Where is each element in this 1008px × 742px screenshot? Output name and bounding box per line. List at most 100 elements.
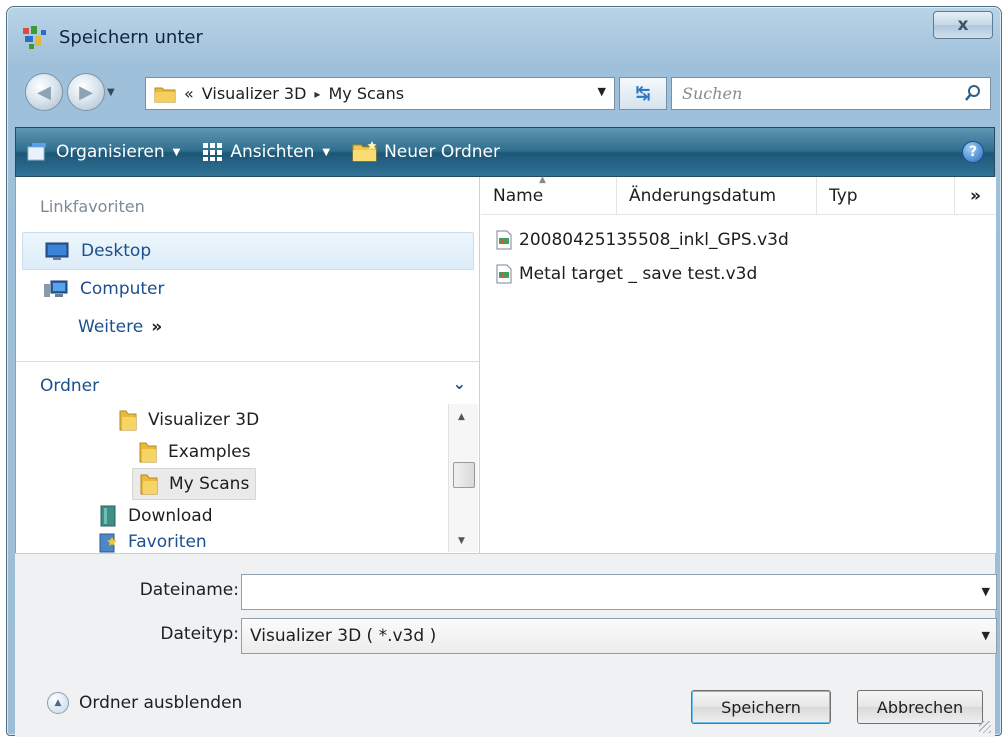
organize-icon <box>27 143 46 161</box>
collapse-chevron-icon[interactable]: ⌄ <box>453 374 466 393</box>
folder-icon <box>140 474 158 495</box>
search-icon[interactable] <box>964 84 982 102</box>
tree-item-my-scans[interactable]: My Scans <box>132 468 257 500</box>
recent-pages-dropdown[interactable]: ▼ <box>107 87 115 98</box>
folder-icon <box>119 410 137 431</box>
save-form: Dateiname: ▼ Dateityp: Visualizer 3D ( *… <box>15 553 997 737</box>
hide-folders-label: Ordner ausblenden <box>79 693 243 713</box>
search-input[interactable]: Suchen <box>671 77 991 110</box>
filetype-select[interactable]: Visualizer 3D ( *.v3d ) ▼ <box>241 618 997 654</box>
column-header-date[interactable]: Änderungsdatum <box>617 176 817 215</box>
tree-item-examples[interactable]: Examples <box>132 436 257 468</box>
filename-combobox[interactable]: ▼ <box>241 574 997 610</box>
navigation-pane: Linkfavoriten Desktop Computer Weitere »… <box>16 177 480 553</box>
resize-grip[interactable] <box>979 721 991 733</box>
help-icon[interactable]: ? <box>962 141 984 163</box>
more-columns-button[interactable]: » <box>955 177 996 215</box>
breadcrumb-item-my-scans[interactable]: My Scans <box>328 84 404 103</box>
tree-item-label: My Scans <box>169 474 250 494</box>
tree-item-label: Visualizer 3D <box>148 410 260 430</box>
breadcrumb-item-visualizer-3d[interactable]: Visualizer 3D <box>202 84 307 103</box>
double-chevron-icon: » <box>151 317 163 337</box>
favorite-computer[interactable]: Computer <box>22 270 474 308</box>
scroll-down-icon[interactable]: ▼ <box>458 536 465 546</box>
organize-label: Organisieren <box>56 142 165 162</box>
new-folder-button[interactable]: Neuer Ordner <box>352 141 500 163</box>
folder-icon <box>139 442 157 463</box>
favorites-header: Linkfavoriten <box>40 197 145 216</box>
navigation-bar: ◀ ▶ ▼ « Visualizer 3D ▸ My Scans ▼ ↹ Suc… <box>7 69 1001 117</box>
sort-ascending-icon: ▲ <box>539 174 546 185</box>
scroll-up-icon[interactable]: ▲ <box>458 412 465 422</box>
column-header-name[interactable]: ▲ Name <box>481 174 617 215</box>
tree-item-label: Favoriten <box>128 532 207 552</box>
favorites-folder-icon <box>99 533 117 553</box>
more-favorites-label: Weitere <box>78 317 144 337</box>
save-as-dialog: Speichern unter x ◀ ▶ ▼ « Visualizer 3D … <box>6 6 1002 737</box>
views-icon <box>203 143 223 161</box>
save-button[interactable]: Speichern <box>691 690 831 724</box>
folders-header[interactable]: Ordner <box>40 376 99 396</box>
column-headers: ▲ Name Änderungsdatum Typ » <box>481 174 996 215</box>
address-bar[interactable]: « Visualizer 3D ▸ My Scans ▼ <box>145 77 615 110</box>
folders-tree: Ordner ⌄ Visualizer 3D Examples My Scans… <box>16 361 480 553</box>
file-row[interactable]: 20080425135508_inkl_GPS.v3d <box>495 225 789 255</box>
column-header-label: Typ <box>829 185 858 206</box>
file-list-pane: ▲ Name Änderungsdatum Typ » 200804251355… <box>481 174 996 553</box>
back-arrow-icon: ◀ <box>37 81 51 103</box>
more-favorites-link[interactable]: Weitere » <box>22 308 474 346</box>
column-header-label: Änderungsdatum <box>629 185 777 206</box>
favorite-desktop-label: Desktop <box>81 241 152 261</box>
views-label: Ansichten <box>230 142 315 162</box>
new-folder-label: Neuer Ordner <box>384 142 500 162</box>
close-button[interactable]: x <box>933 11 993 39</box>
cancel-button[interactable]: Abbrechen <box>857 690 983 724</box>
chevron-down-icon[interactable]: ▼ <box>982 585 990 598</box>
new-folder-icon <box>352 141 377 162</box>
breadcrumb-prefix[interactable]: « <box>184 84 194 103</box>
tree-item-label: Examples <box>168 442 251 462</box>
column-header-label: Name <box>493 185 544 206</box>
folder-icon <box>154 87 176 102</box>
desktop-icon <box>45 242 69 260</box>
tree-item-favoriten[interactable]: Favoriten <box>92 530 213 554</box>
organize-menu-button[interactable]: Organisieren ▼ <box>26 141 180 163</box>
refresh-button[interactable]: ↹ <box>619 77 667 110</box>
collapse-up-icon: ▲ <box>47 692 69 714</box>
file-row[interactable]: Metal target _ save test.v3d <box>495 259 757 289</box>
filename-label: Dateiname: <box>139 580 239 600</box>
tree-item-download[interactable]: Download <box>92 500 219 532</box>
breadcrumb-separator[interactable]: ▸ <box>314 87 320 101</box>
scrollbar-thumb[interactable] <box>453 462 475 488</box>
tree-item-label: Download <box>128 506 213 526</box>
browser-pane: Linkfavoriten Desktop Computer Weitere »… <box>15 174 996 553</box>
favorite-desktop[interactable]: Desktop <box>22 232 474 270</box>
command-toolbar: Organisieren ▼ Ansichten ▼ Neuer Ordner … <box>15 127 995 177</box>
forward-button[interactable]: ▶ <box>67 73 105 111</box>
filetype-value: Visualizer 3D ( *.v3d ) <box>250 626 437 646</box>
file-name: 20080425135508_inkl_GPS.v3d <box>519 230 789 250</box>
search-placeholder: Suchen <box>682 84 743 103</box>
address-dropdown-icon[interactable]: ▼ <box>598 85 606 98</box>
computer-icon <box>44 280 68 297</box>
window-title: Speichern unter <box>59 27 203 48</box>
forward-arrow-icon: ▶ <box>79 81 93 103</box>
chevron-down-icon: ▼ <box>172 146 181 158</box>
v3d-file-icon <box>496 264 512 284</box>
back-button[interactable]: ◀ <box>25 73 63 111</box>
tree-item-visualizer-3d[interactable]: Visualizer 3D <box>112 404 265 436</box>
chevron-down-icon[interactable]: ▼ <box>982 629 990 642</box>
hide-folders-button[interactable]: ▲ Ordner ausblenden <box>47 692 242 714</box>
filetype-label: Dateityp: <box>160 624 239 644</box>
download-folder-icon <box>100 505 116 527</box>
app-icon <box>23 26 46 49</box>
column-header-type[interactable]: Typ <box>817 176 955 215</box>
file-name: Metal target _ save test.v3d <box>519 264 758 284</box>
v3d-file-icon <box>496 230 512 250</box>
chevron-down-icon: ▼ <box>322 146 331 158</box>
folders-scrollbar[interactable]: ▲ ▼ <box>448 404 478 552</box>
refresh-icon: ↹ <box>635 83 651 104</box>
favorite-computer-label: Computer <box>80 279 165 299</box>
title-bar[interactable]: Speichern unter x <box>7 7 1001 69</box>
views-menu-button[interactable]: Ansichten ▼ <box>202 142 330 162</box>
